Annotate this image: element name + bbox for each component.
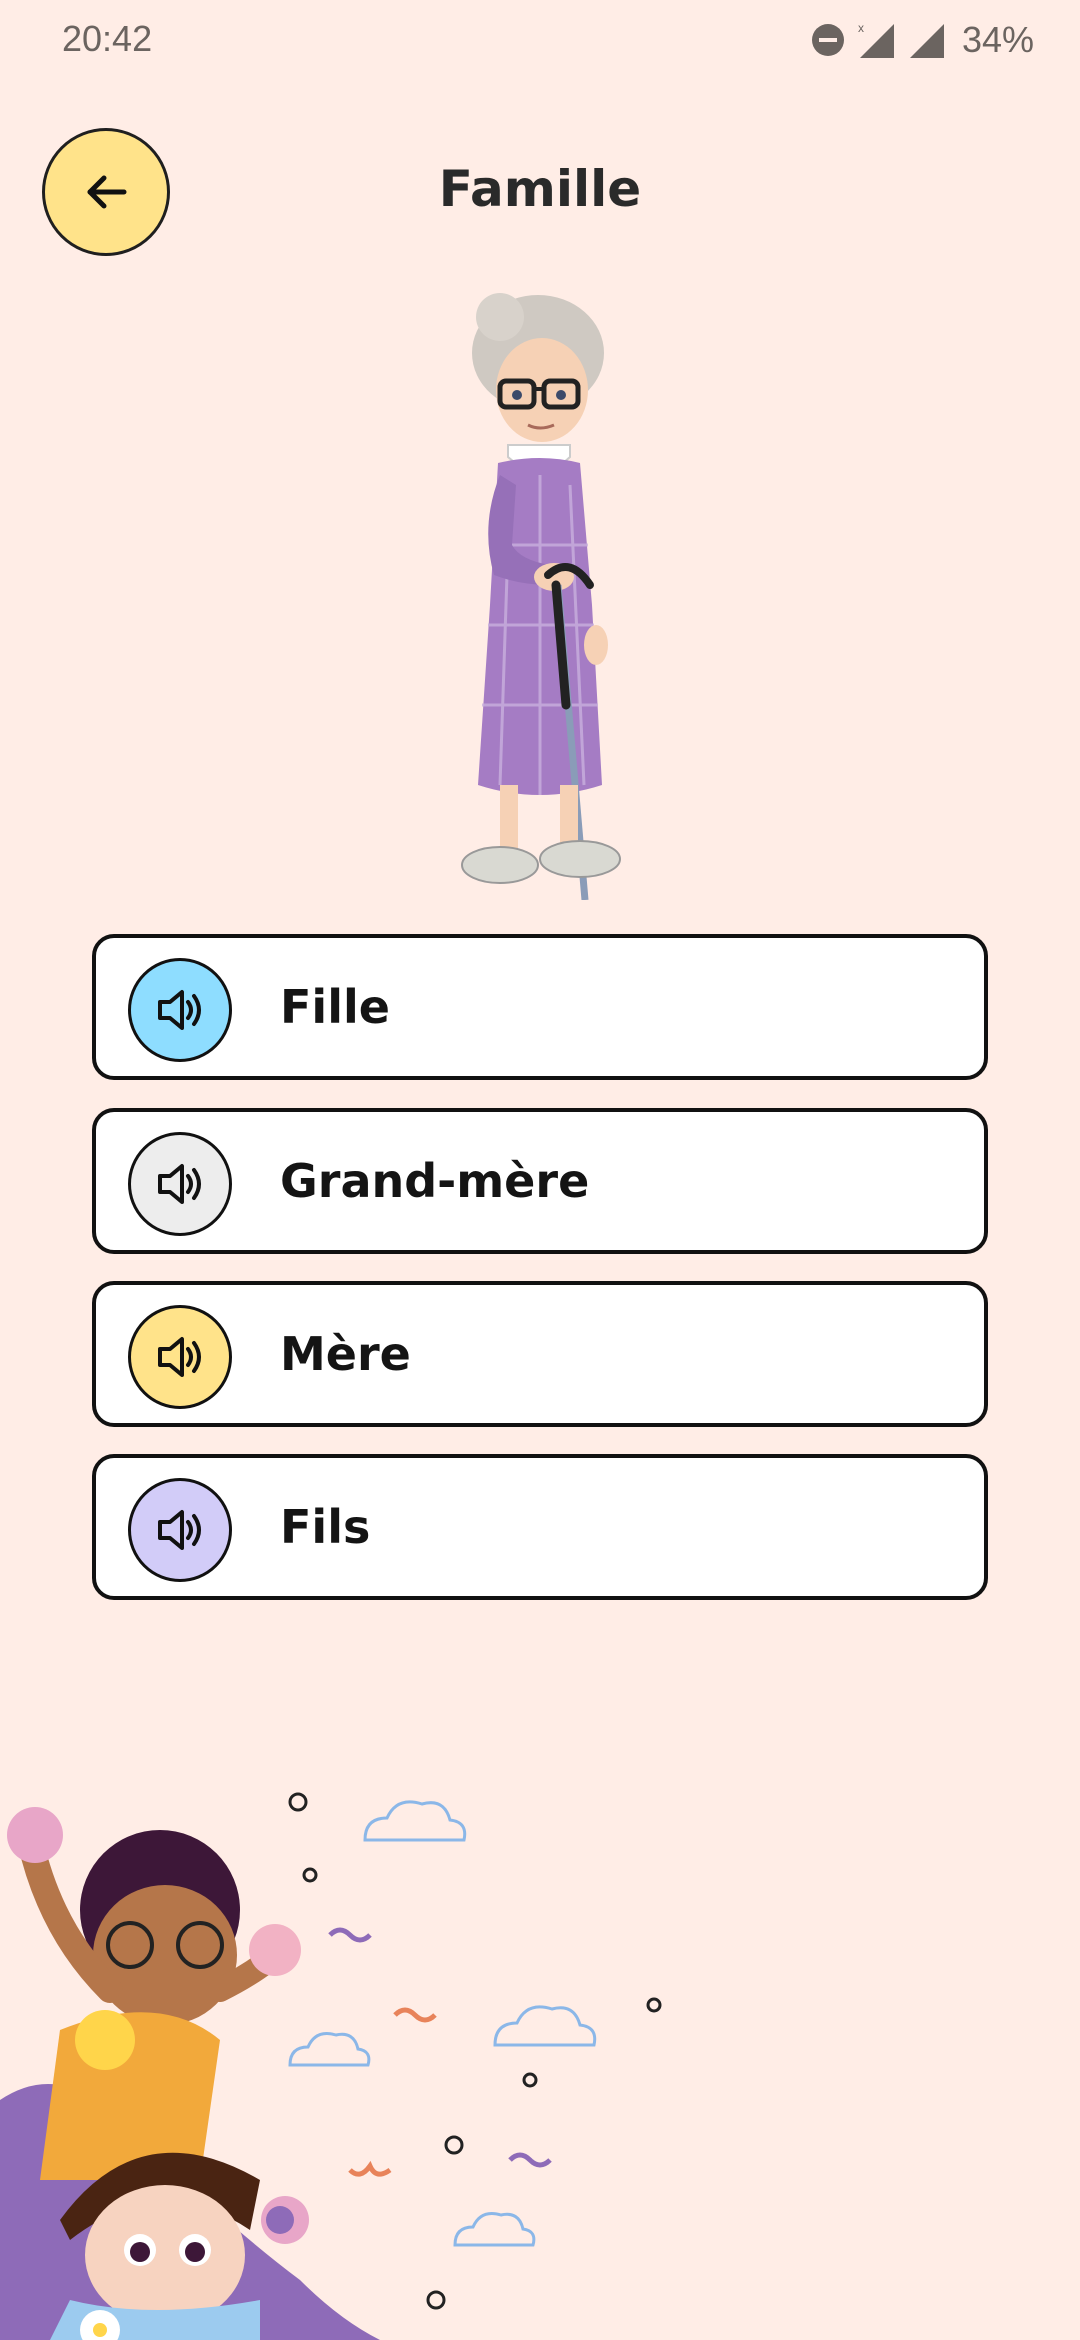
speaker-icon	[158, 1337, 201, 1377]
status-icons: x 34%	[810, 18, 1034, 62]
option-label: Mère	[280, 1327, 411, 1381]
option-fils[interactable]: Fils	[92, 1454, 988, 1600]
option-grand-mere[interactable]: Grand-mère	[92, 1108, 988, 1254]
play-audio-button[interactable]	[128, 958, 232, 1062]
speaker-icon	[158, 1164, 201, 1204]
do-not-disturb-icon	[811, 24, 844, 56]
option-label: Grand-mère	[280, 1154, 590, 1208]
play-audio-button[interactable]	[128, 1305, 232, 1409]
option-fille[interactable]: Fille	[92, 934, 988, 1080]
status-time: 20:42	[62, 18, 153, 59]
speaker-icon	[158, 1510, 201, 1550]
grandmother-illustration	[461, 293, 621, 900]
option-label: Fils	[280, 1500, 371, 1554]
speaker-icon	[158, 990, 201, 1030]
option-label: Fille	[280, 980, 390, 1034]
no-data-signal-icon: x	[858, 21, 894, 58]
kids-decoration-illustration	[0, 1792, 662, 2340]
page-title: Famille	[438, 160, 642, 218]
svg-text:x: x	[858, 21, 864, 35]
signal-icon	[909, 24, 944, 58]
play-audio-button[interactable]	[128, 1132, 232, 1236]
option-mere[interactable]: Mère	[92, 1281, 988, 1427]
status-bar: 20:42 x 34%	[0, 0, 1080, 80]
battery-level: 34%	[961, 19, 1034, 60]
play-audio-button[interactable]	[128, 1478, 232, 1582]
